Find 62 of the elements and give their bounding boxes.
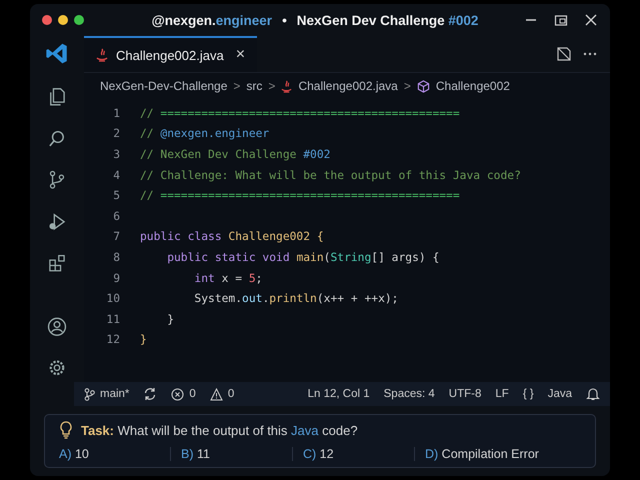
breadcrumb-separator: > bbox=[268, 79, 276, 93]
code-line: public class Challenge002 { bbox=[140, 230, 324, 244]
branch-indicator[interactable]: main* bbox=[84, 388, 130, 400]
zoom-light-icon[interactable] bbox=[74, 15, 84, 25]
line-number: 3 bbox=[112, 148, 120, 161]
language-icon: { } bbox=[522, 388, 534, 400]
code-line: // ============================================ bbox=[140, 106, 460, 120]
line-number: 1 bbox=[112, 106, 120, 120]
code-line: int x = 5; bbox=[193, 272, 262, 285]
window-title: NexGen Dev Challenge #002 bbox=[296, 12, 478, 28]
answer-option[interactable]: C) 12 bbox=[303, 447, 414, 461]
line-number: 10 bbox=[105, 292, 120, 306]
warning-count[interactable]: 0 bbox=[210, 388, 234, 400]
line-number: 11 bbox=[105, 312, 120, 326]
line-number: 6 bbox=[112, 210, 120, 223]
answer-option[interactable]: D) Compilation Error bbox=[425, 447, 545, 461]
breadcrumb-separator: > bbox=[233, 79, 240, 93]
breadcrumb-separator: > bbox=[404, 79, 411, 93]
line-number: 4 bbox=[112, 168, 120, 182]
code-line: } bbox=[166, 312, 174, 326]
window-handle: @nexgen.engineer bbox=[152, 12, 272, 28]
restore-icon[interactable] bbox=[554, 13, 568, 27]
code-line: // @nexgen.engineer bbox=[140, 127, 270, 140]
line-number: 2 bbox=[112, 127, 120, 140]
answer-option[interactable]: B) 11 bbox=[181, 447, 292, 461]
class-cube-icon bbox=[416, 80, 430, 92]
line-number: 8 bbox=[112, 250, 120, 264]
code-line: System.out.println(x++ + ++x); bbox=[193, 292, 398, 306]
code-line: } bbox=[140, 333, 147, 346]
java-file-icon bbox=[281, 80, 292, 92]
breadcrumb-item[interactable]: NexGen-Dev-Challenge bbox=[100, 79, 228, 93]
line-number: 9 bbox=[112, 272, 120, 285]
indentation[interactable]: Spaces: 4 bbox=[384, 388, 435, 400]
close-light-icon[interactable] bbox=[42, 15, 52, 25]
code-line: // Challenge: What will be the output of this Java code? bbox=[140, 168, 521, 182]
account-icon[interactable] bbox=[46, 316, 68, 336]
line-number: 7 bbox=[112, 230, 120, 244]
line-number: 12 bbox=[105, 333, 120, 346]
close-icon[interactable] bbox=[584, 13, 598, 27]
minimize-light-icon[interactable] bbox=[58, 15, 68, 25]
breadcrumb-item[interactable]: src bbox=[246, 79, 262, 93]
line-ending[interactable]: LF bbox=[495, 388, 509, 400]
tab-close-button[interactable]: × bbox=[236, 46, 246, 64]
task-question: Task: What will be the output of this Java code? bbox=[81, 422, 358, 438]
answer-option[interactable]: A) 10 bbox=[59, 447, 170, 461]
notifications-icon[interactable] bbox=[586, 387, 600, 401]
java-file-icon bbox=[96, 48, 108, 62]
code-line: // ============================================ bbox=[140, 189, 460, 202]
editor-logo-icon[interactable] bbox=[44, 42, 70, 66]
breadcrumb-item[interactable]: Challenge002.java bbox=[298, 79, 398, 93]
split-editor-icon[interactable] bbox=[556, 46, 572, 62]
language-mode[interactable]: Java bbox=[548, 388, 572, 400]
breadcrumb-item[interactable]: Challenge002 bbox=[436, 79, 510, 93]
sync-icon[interactable] bbox=[143, 387, 158, 401]
title-separator: • bbox=[282, 12, 287, 28]
line-number: 5 bbox=[112, 189, 120, 202]
error-count[interactable]: 0 bbox=[171, 388, 196, 400]
lightbulb-icon bbox=[59, 421, 73, 439]
code-line: public static void main(String[] args) { bbox=[166, 250, 440, 264]
cursor-position[interactable]: Ln 12, Col 1 bbox=[308, 388, 370, 400]
code-line: // NexGen Dev Challenge #002 bbox=[140, 148, 330, 161]
encoding[interactable]: UTF-8 bbox=[448, 388, 482, 400]
